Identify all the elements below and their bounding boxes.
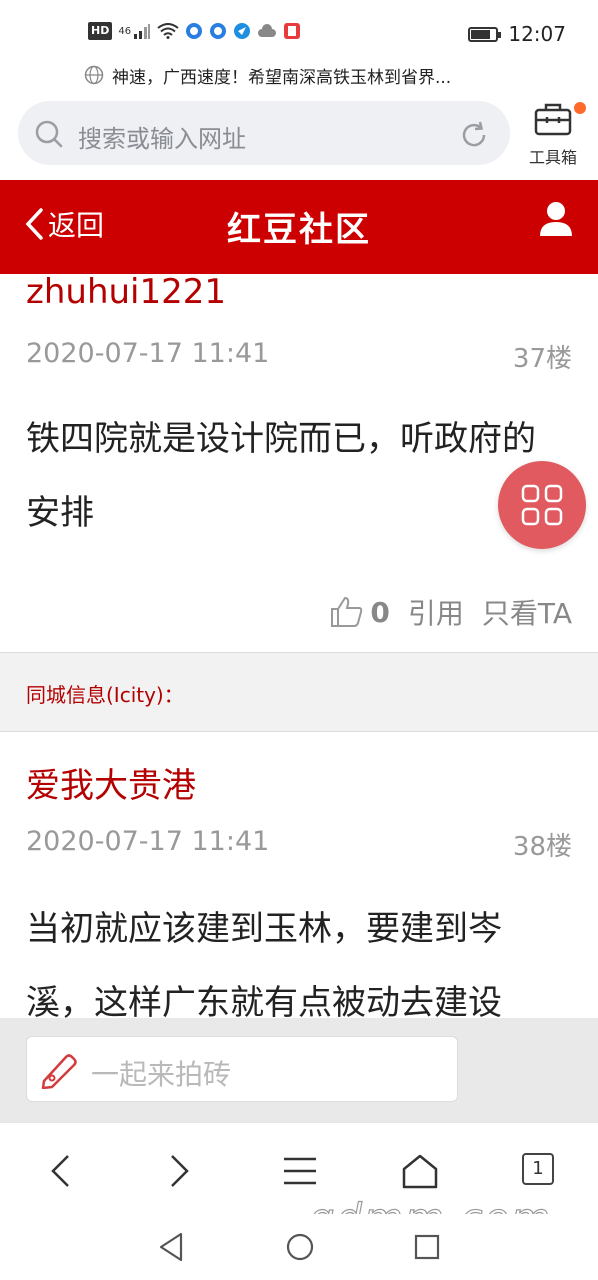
system-recents-icon[interactable] [414,1234,440,1260]
search-input[interactable]: 搜索或输入网址 [18,101,510,165]
chevron-left-icon [51,1155,69,1187]
menu-icon [284,1157,316,1185]
post-floor: 38楼 [512,832,572,862]
tabs-button[interactable]: 1 [522,1153,554,1185]
post-body: 当初就应该建到玉林，要建到岑溪，这样广东就有点被动去建设 [26,909,502,1018]
system-nav-bar [0,1214,598,1280]
status-bar: HD 46 12:07 [0,0,598,64]
post-actions: 0 引用 只看TA [330,592,572,632]
browser-home-button[interactable] [398,1149,442,1193]
news-ticker-text: 神速，广西速度！希望南深高铁玉林到省界... [112,67,452,88]
wifi-icon [157,23,179,39]
reply-bar: 一起来拍砖 [0,1018,598,1122]
grid-icon [521,484,563,526]
browser-forward-button[interactable] [158,1149,202,1193]
post-item: zhuhui1221 2020-07-17 11:41 37楼 铁四院就是设计院… [0,272,598,652]
floating-menu-button[interactable] [498,461,586,549]
signal-icon [134,24,151,39]
post-time: 2020-07-17 11:41 [26,338,270,369]
app-notification-icon [210,23,227,39]
like-count: 0 [370,595,390,629]
network-label: 46 [118,25,132,37]
reload-icon[interactable] [458,119,490,151]
post-time: 2020-07-17 11:41 [26,826,270,857]
status-icons: HD 46 [88,22,301,40]
toolbox-button[interactable]: 工具箱 [522,100,586,174]
quote-button[interactable]: 引用 [408,592,464,632]
only-author-button[interactable]: 只看TA [482,592,572,632]
cloud-icon [258,24,277,37]
like-button[interactable]: 0 [330,595,390,629]
app-notification-icon [186,23,203,39]
status-right: 12:07 [468,22,566,46]
browser-notification-icon [234,23,251,39]
browser-back-button[interactable] [38,1149,82,1193]
system-home-icon[interactable] [285,1232,315,1262]
battery-level [471,29,490,39]
browser-menu-button[interactable] [278,1149,322,1193]
home-icon [402,1154,438,1189]
book-notification-icon [284,23,301,39]
notification-dot [574,102,586,114]
news-ticker[interactable]: 神速，广西速度！希望南深高铁玉林到省界... [0,60,598,90]
toolbox-icon [534,103,572,136]
reply-input[interactable]: 一起来拍砖 [26,1036,458,1102]
hd-badge: HD [88,22,113,40]
thumbs-up-icon [331,596,363,627]
browser-address-bar: 搜索或输入网址 工具箱 [0,96,598,180]
site-title: 红豆社区 [227,210,371,250]
globe-icon [84,65,104,85]
system-back-icon[interactable] [158,1232,184,1262]
site-header: 返回 红豆社区 [0,180,598,274]
search-placeholder: 搜索或输入网址 [78,125,246,153]
post-author[interactable]: 爱我大贵港 [26,758,196,807]
reply-placeholder: 一起来拍砖 [91,1058,232,1091]
post-author[interactable]: zhuhui1221 [26,272,226,312]
toolbox-label: 工具箱 [528,148,577,167]
icity-info-band: 同城信息(Icity)： [0,652,598,732]
battery-icon [468,26,502,42]
search-icon [35,120,63,148]
post-item: 爱我大贵港 2020-07-17 11:41 38楼 当初就应该建到玉林，要建到… [0,732,598,1018]
icity-label[interactable]: 同城信息(Icity)： [26,679,184,708]
clock: 12:07 [508,22,566,46]
user-icon[interactable] [538,200,574,238]
post-floor: 37楼 [512,344,572,374]
chevron-right-icon [171,1155,189,1187]
pencil-icon [41,1054,77,1089]
post-body: 铁四院就是设计院而已，听政府的安排 [26,419,536,533]
